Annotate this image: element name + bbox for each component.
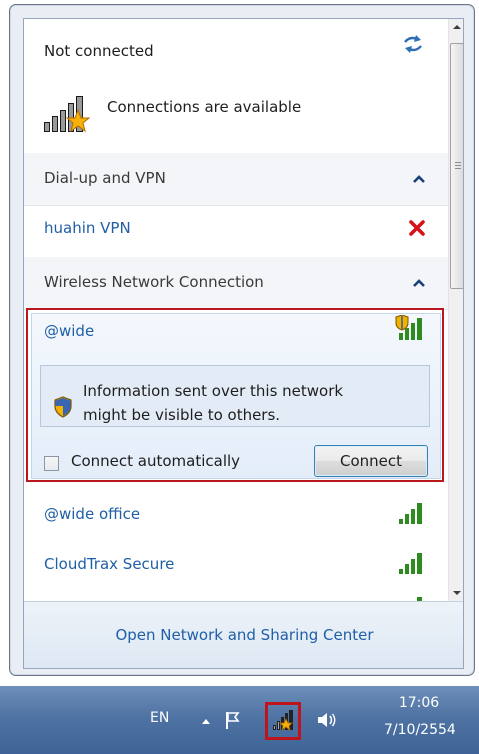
language-indicator[interactable]: EN xyxy=(150,710,169,726)
scroll-down-arrow-icon[interactable] xyxy=(449,584,464,601)
connections-available-text: Connections are available xyxy=(107,98,302,116)
taskbar: EN 17:06 7/10/2554 xyxy=(0,686,479,754)
security-shield-icon xyxy=(54,396,72,418)
section-wireless[interactable]: Wireless Network Connection xyxy=(24,257,448,310)
volume-icon[interactable] xyxy=(316,710,338,730)
red-x-icon[interactable] xyxy=(409,220,425,236)
connect-automatically-label[interactable]: Connect automatically xyxy=(71,452,240,470)
security-warning-text: Information sent over this network might… xyxy=(83,382,344,424)
vertical-scrollbar[interactable] xyxy=(448,19,464,601)
secured-signal-icon xyxy=(395,315,422,340)
flyout-footer: Open Network and Sharing Center xyxy=(24,601,463,668)
connect-automatically-checkbox[interactable] xyxy=(44,456,59,471)
flyout-panel: Not connected Connections are available … xyxy=(23,18,464,669)
section-label: Wireless Network Connection xyxy=(44,273,264,291)
connect-button[interactable]: Connect xyxy=(314,445,428,477)
chevron-up-icon[interactable] xyxy=(412,174,426,184)
action-center-flag-icon[interactable] xyxy=(224,710,244,730)
signal-strength-icon xyxy=(399,553,422,574)
network-wide-office[interactable]: @wide office xyxy=(44,505,140,523)
signal-strength-icon xyxy=(399,503,422,524)
clock-date[interactable]: 7/10/2554 xyxy=(384,722,456,738)
open-network-sharing-center-link[interactable]: Open Network and Sharing Center xyxy=(24,626,463,644)
clock-time[interactable]: 17:06 xyxy=(384,695,454,711)
refresh-icon[interactable] xyxy=(402,35,424,53)
network-tray-icon[interactable] xyxy=(272,709,296,731)
show-hidden-icons-arrow-icon[interactable] xyxy=(200,716,212,726)
signal-with-star-icon xyxy=(44,96,91,133)
network-list: Not connected Connections are available … xyxy=(24,19,448,601)
network-flyout: Not connected Connections are available … xyxy=(9,4,475,676)
network-wide[interactable]: @wide xyxy=(44,322,94,340)
section-label: Dial-up and VPN xyxy=(44,169,166,187)
scrollbar-thumb[interactable] xyxy=(450,43,463,289)
section-dialup-vpn[interactable]: Dial-up and VPN xyxy=(24,153,448,206)
scroll-up-arrow-icon[interactable] xyxy=(449,19,464,36)
vpn-item-huahin[interactable]: huahin VPN xyxy=(44,219,131,237)
status-title: Not connected xyxy=(44,42,154,60)
chevron-up-icon[interactable] xyxy=(412,278,426,288)
network-cloudtrax-secure[interactable]: CloudTrax Secure xyxy=(44,555,174,573)
